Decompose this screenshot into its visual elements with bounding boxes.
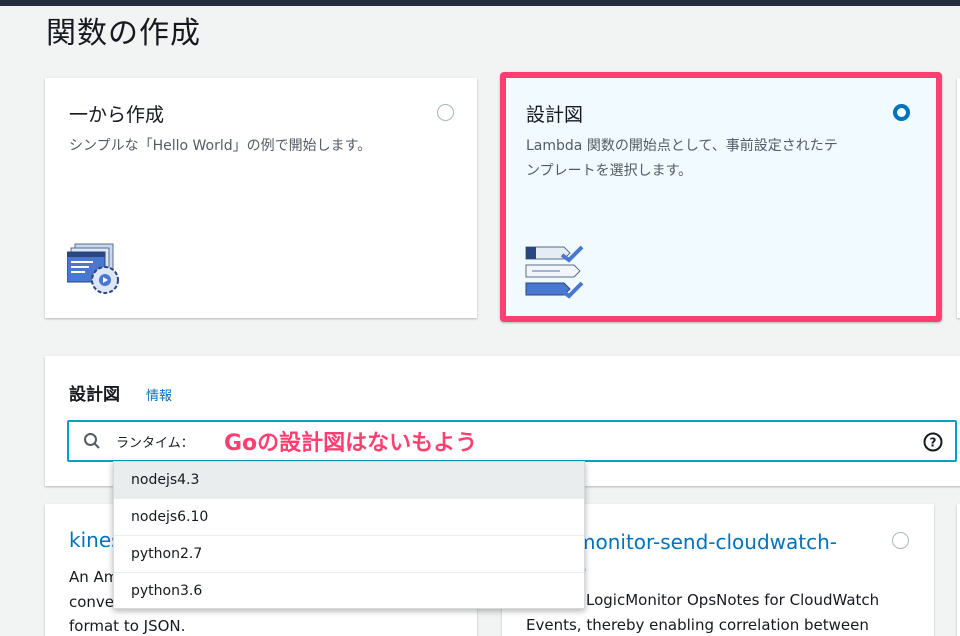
info-link[interactable]: 情報	[146, 385, 172, 404]
blueprint-card-title-line1[interactable]: monitor-send-cloudwatch-	[576, 528, 837, 556]
option-description-line1: Lambda 関数の開始点として、事前設定されたテ	[526, 138, 838, 154]
annotation-overlay: Goの設計図はないもよう	[224, 431, 478, 456]
option-description: シンプルな「Hello World」の例で開始します。	[69, 138, 372, 154]
blueprint-card-desc-line2: Events, thereby enabling correlation bet…	[526, 616, 869, 634]
option-radio-selected[interactable]	[893, 104, 910, 121]
option-radio[interactable]	[437, 104, 454, 121]
blueprint-card-desc-line3: format to JSON.	[69, 617, 186, 635]
blueprint-card-desc-line1: LogicMonitor OpsNotes for CloudWatch	[586, 591, 880, 609]
panel-title: 設計図	[69, 385, 120, 405]
search-icon	[84, 433, 100, 449]
help-icon[interactable]: ?	[923, 432, 943, 452]
top-nav-bar	[0, 0, 960, 6]
blueprint-card-desc-line2: conve	[69, 593, 115, 611]
option-blueprints[interactable]: 設計図 Lambda 関数の開始点として、事前設定されたテ ンプレートを選択しま…	[500, 72, 942, 322]
svg-text:?: ?	[930, 436, 937, 450]
checklist-icon	[525, 245, 584, 299]
option-author-from-scratch[interactable]: 一から作成 シンプルな「Hello World」の例で開始します。	[45, 78, 477, 318]
option-description-line2: ンプレートを選択します。	[526, 163, 693, 179]
runtime-dropdown: nodejs4.3 nodejs6.10 python2.7 python3.6	[113, 461, 585, 609]
blueprint-card-radio[interactable]	[892, 532, 909, 549]
runtime-option[interactable]: nodejs4.3	[114, 462, 584, 499]
runtime-option[interactable]: python3.6	[114, 573, 584, 610]
code-gear-icon	[67, 243, 119, 294]
page-title: 関数の作成	[46, 16, 201, 51]
blueprint-card-desc-line1: An Am	[69, 568, 119, 586]
runtime-option[interactable]: nodejs6.10	[114, 499, 584, 536]
search-filter-token: ランタイム：	[116, 436, 194, 451]
blueprint-search-input[interactable]: ランタイム： Goの設計図はないもよう ?	[67, 420, 957, 462]
runtime-option[interactable]: python2.7	[114, 536, 584, 573]
option-title: 一から作成	[69, 104, 165, 126]
option-title: 設計図	[526, 104, 584, 126]
